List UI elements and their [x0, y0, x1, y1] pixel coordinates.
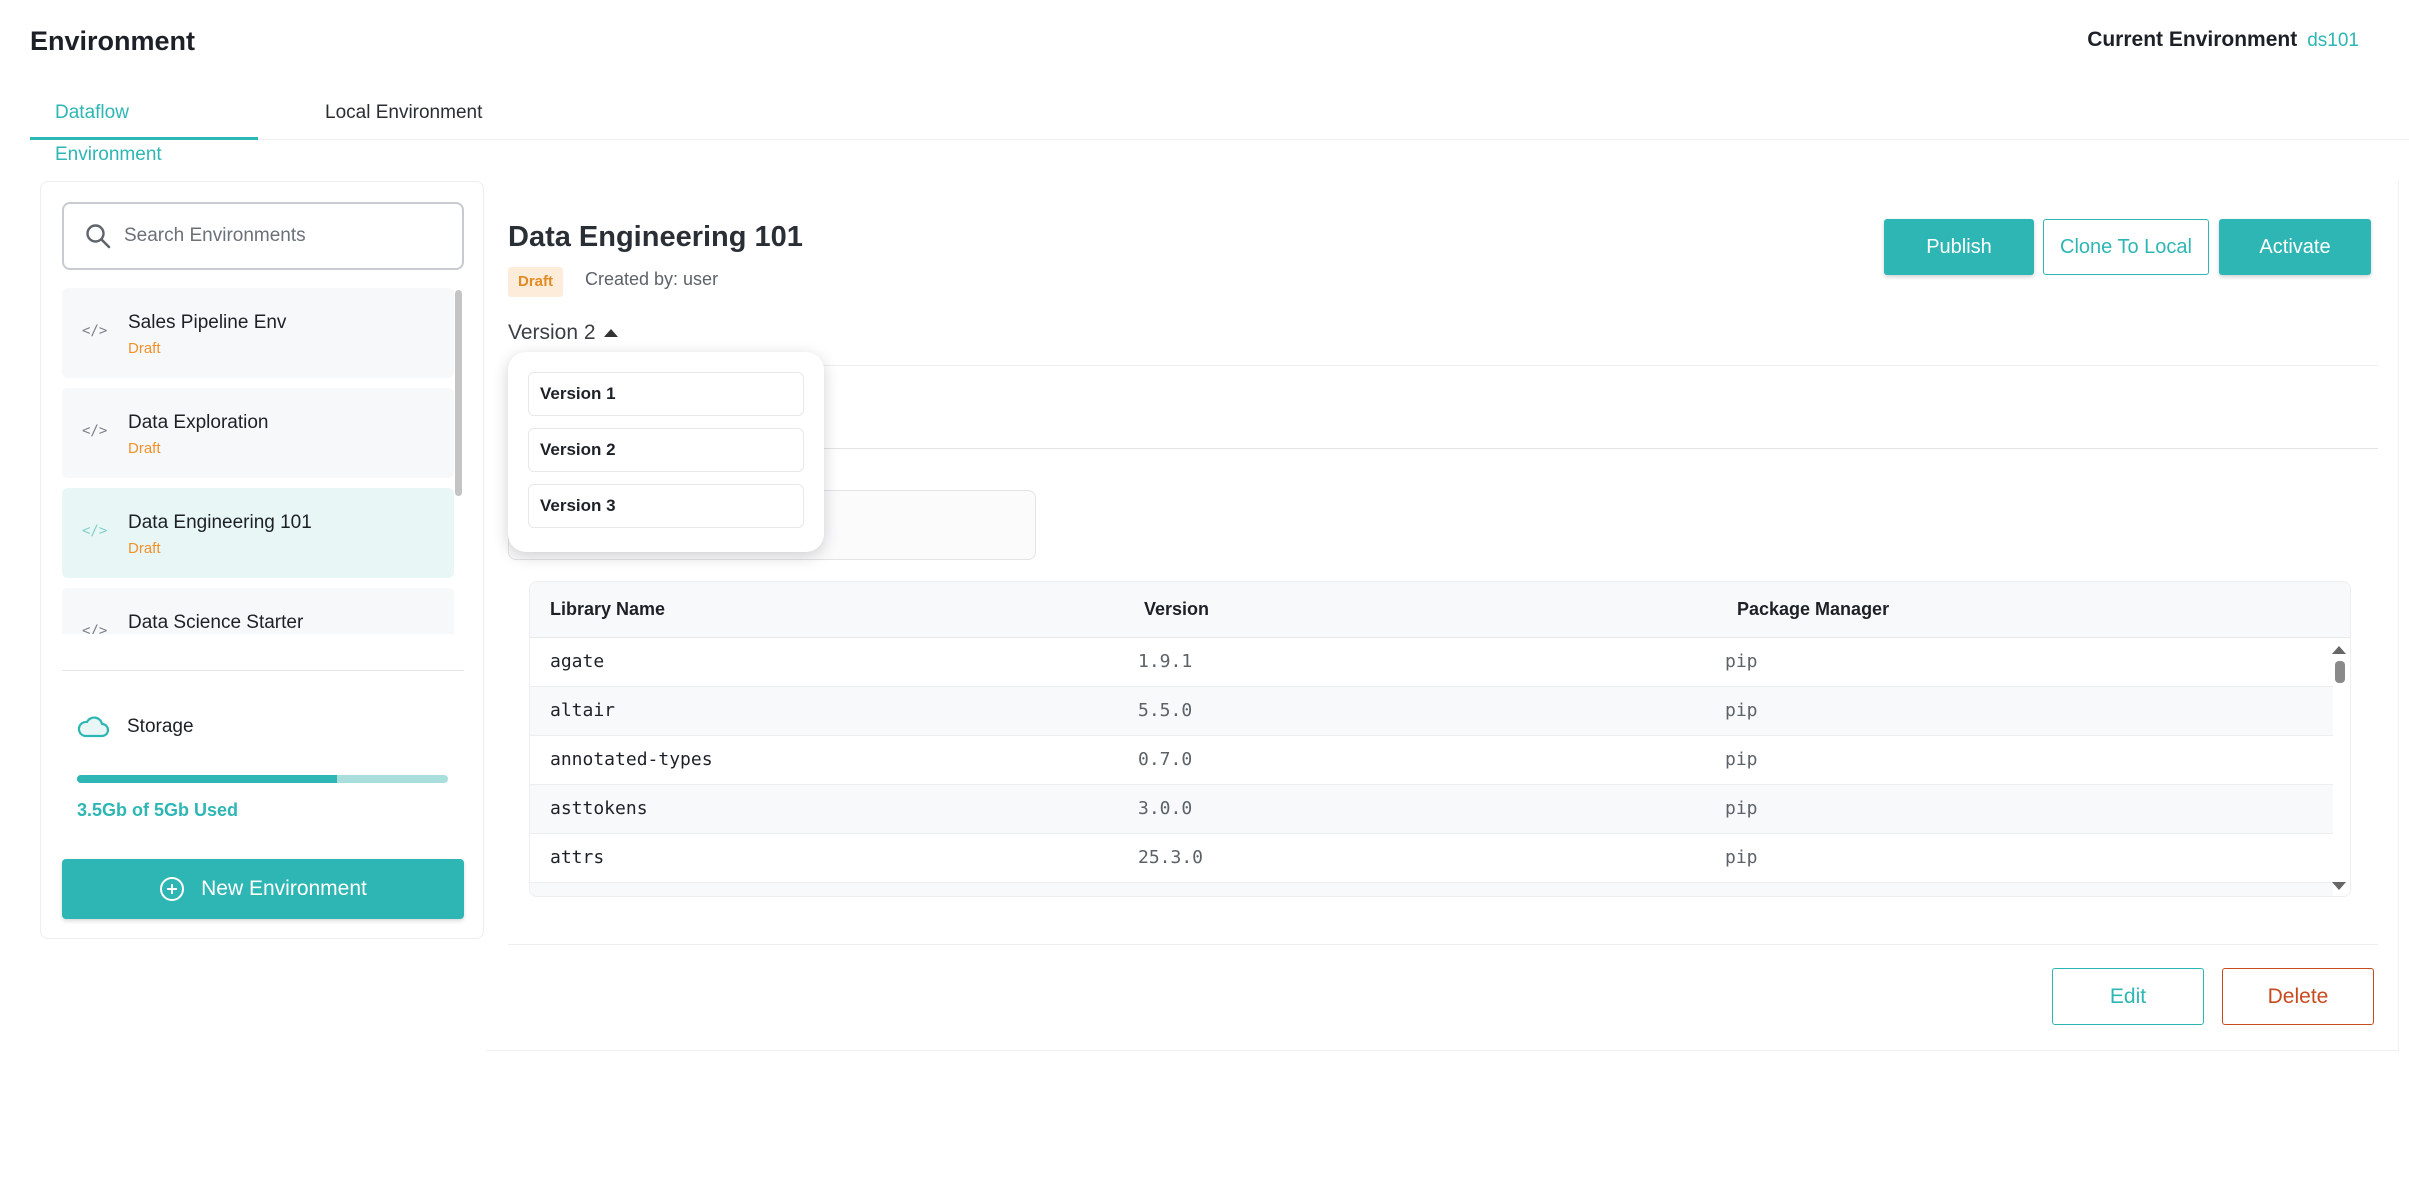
- storage-section: Storage: [77, 714, 194, 740]
- storage-label: Storage: [127, 716, 194, 737]
- page-title: Environment: [30, 26, 196, 56]
- library-table: Library Name Version Package Manager aga…: [529, 581, 2351, 897]
- list-item-sales-pipeline-env[interactable]: </> Sales Pipeline Env Draft: [62, 288, 454, 378]
- library-name: annotated-types: [550, 749, 713, 770]
- scroll-down-arrow-icon[interactable]: [2332, 882, 2346, 890]
- activate-button[interactable]: Activate: [2219, 219, 2371, 275]
- current-environment-value[interactable]: ds101: [2307, 30, 2359, 52]
- divider: [508, 944, 2378, 945]
- cloud-icon: [77, 716, 109, 738]
- storage-progress-fill: [77, 775, 337, 783]
- library-version: 0.7.0: [1138, 749, 1193, 770]
- table-row[interactable]: annotated-types 0.7.0 pip: [530, 736, 2333, 785]
- storage-progress-bar: [77, 775, 448, 783]
- tab-dataflow-environment[interactable]: Dataflow Environment: [30, 92, 258, 165]
- library-version: 25.3.0: [1138, 847, 1204, 868]
- library-version: 5.5.0: [1138, 700, 1193, 721]
- version-option-3[interactable]: Version 3: [528, 484, 804, 528]
- table-row[interactable]: asttokens 3.0.0 pip: [530, 785, 2333, 834]
- environment-name: Data Science Starter: [128, 612, 304, 633]
- scroll-up-arrow-icon[interactable]: [2332, 646, 2346, 654]
- library-name: agate: [550, 651, 605, 672]
- library-version: 1.9.1: [1138, 651, 1193, 672]
- code-icon: </>: [82, 423, 108, 439]
- current-environment: Current Environment ds101: [2087, 28, 2359, 52]
- new-environment-label: New Environment: [201, 877, 367, 900]
- table-row[interactable]: agate 1.9.1 pip: [530, 638, 2333, 687]
- environment-status: Draft: [128, 540, 161, 557]
- list-scrollbar[interactable]: [455, 290, 462, 496]
- version-dropdown: Version 1 Version 2 Version 3: [508, 352, 824, 552]
- package-manager: pip: [1725, 651, 1758, 672]
- table-row[interactable]: altair 5.5.0 pip: [530, 687, 2333, 736]
- library-name: asttokens: [550, 798, 648, 819]
- search-icon: [86, 224, 111, 249]
- storage-used-text: 3.5Gb of 5Gb Used: [77, 800, 239, 820]
- table-row[interactable]: attrs 25.3.0 pip: [530, 834, 2333, 883]
- environment-detail-panel: Data Engineering 101 Draft Created by: u…: [486, 181, 2399, 1051]
- publish-button[interactable]: Publish: [1884, 219, 2034, 275]
- new-environment-button[interactable]: New Environment: [62, 859, 464, 919]
- divider: [62, 670, 464, 671]
- version-option-2[interactable]: Version 2: [528, 428, 804, 472]
- environment-list: </> Sales Pipeline Env Draft </> Data Ex…: [62, 288, 464, 634]
- table-header: Library Name Version Package Manager: [530, 582, 2350, 638]
- environment-sidebar: </> Sales Pipeline Env Draft </> Data Ex…: [40, 181, 484, 939]
- code-icon: </>: [82, 523, 108, 539]
- environment-title: Data Engineering 101: [508, 221, 803, 253]
- column-package-manager[interactable]: Package Manager: [1737, 599, 1889, 620]
- search-box[interactable]: [62, 202, 464, 270]
- library-version: 3.0.0: [1138, 798, 1193, 819]
- status-badge: Draft: [508, 267, 564, 297]
- table-body: agate 1.9.1 pip altair 5.5.0 pip annotat…: [530, 638, 2350, 896]
- environment-tabs: Dataflow Environment Local Environment: [30, 92, 2409, 165]
- list-item-data-exploration[interactable]: </> Data Exploration Draft: [62, 388, 454, 478]
- list-item-data-science-starter[interactable]: </> Data Science Starter: [62, 588, 454, 634]
- environment-name: Data Exploration: [128, 412, 269, 433]
- package-manager: pip: [1725, 798, 1758, 819]
- package-manager: pip: [1725, 749, 1758, 770]
- version-selected: Version 2: [508, 321, 596, 344]
- created-by: Created by: user: [585, 269, 719, 289]
- version-option-1[interactable]: Version 1: [528, 372, 804, 416]
- caret-up-icon: [603, 329, 618, 337]
- delete-button[interactable]: Delete: [2222, 968, 2374, 1025]
- environment-name: Data Engineering 101: [128, 512, 312, 533]
- column-library-name[interactable]: Library Name: [550, 599, 665, 620]
- environment-status: Draft: [128, 440, 161, 457]
- package-manager: pip: [1725, 700, 1758, 721]
- current-environment-label: Current Environment: [2087, 28, 2298, 51]
- package-manager: pip: [1725, 847, 1758, 868]
- clone-to-local-button[interactable]: Clone To Local: [2043, 219, 2209, 275]
- library-name: attrs: [550, 847, 605, 868]
- edit-button[interactable]: Edit: [2052, 968, 2204, 1025]
- version-selector[interactable]: Version 2: [508, 321, 618, 345]
- library-name: altair: [550, 700, 616, 721]
- header: Environment Current Environment ds101: [0, 0, 2409, 80]
- environment-status: Draft: [128, 340, 161, 357]
- tab-local-environment[interactable]: Local Environment: [300, 92, 507, 140]
- code-icon: </>: [82, 623, 108, 634]
- code-icon: </>: [82, 323, 108, 339]
- column-version[interactable]: Version: [1144, 599, 1209, 620]
- environment-name: Sales Pipeline Env: [128, 312, 287, 333]
- table-row[interactable]: [530, 883, 2333, 896]
- table-scrollbar[interactable]: [2335, 661, 2345, 683]
- search-input[interactable]: [124, 225, 444, 247]
- list-item-data-engineering-101[interactable]: </> Data Engineering 101 Draft: [62, 488, 454, 578]
- plus-circle-icon: [160, 877, 185, 901]
